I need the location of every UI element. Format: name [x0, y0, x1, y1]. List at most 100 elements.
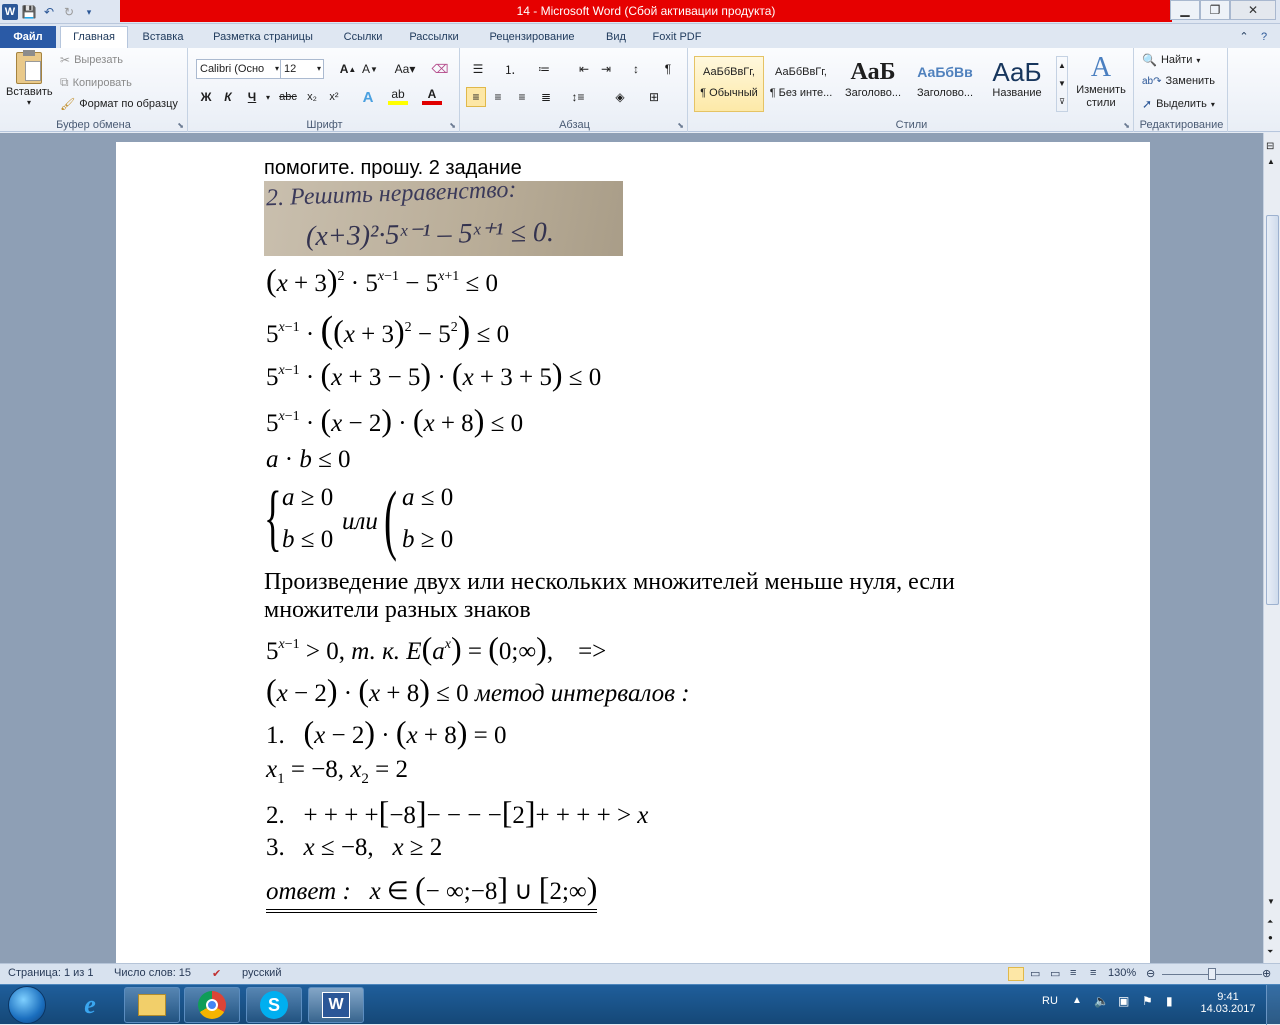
help-icon[interactable]: ? [1256, 27, 1272, 48]
paste-button[interactable]: Вставить ▾ [6, 50, 53, 107]
explorer-icon[interactable] [124, 987, 180, 1023]
keyboard-language[interactable]: RU [1042, 995, 1058, 1007]
web-layout-icon[interactable]: ▭ [1050, 967, 1060, 980]
style-heading-1[interactable]: АаБ Заголово... [838, 56, 908, 112]
tab-page-layout[interactable]: Разметка страницы [200, 27, 326, 48]
ruler-toggle-icon[interactable]: ⊟ [1266, 141, 1274, 152]
style-title[interactable]: АаБ Название [982, 56, 1052, 112]
strikethrough-icon[interactable]: abc [276, 87, 300, 107]
print-layout-icon[interactable] [1008, 967, 1024, 981]
prev-page-icon[interactable]: ⏶ [1267, 917, 1273, 927]
zoom-in-icon[interactable]: ⊕ [1262, 967, 1271, 980]
font-name-box[interactable]: Calibri (Осно ▾ [196, 59, 282, 79]
select-button[interactable]: ➚ Выделить ▾ [1142, 97, 1215, 111]
next-page-icon[interactable]: ⏷ [1267, 947, 1273, 957]
power-icon[interactable]: ▮ [1166, 994, 1173, 1008]
copy-button[interactable]: ⧉ Копировать [60, 75, 132, 90]
change-styles-button[interactable]: A Изменить стили [1072, 52, 1130, 110]
customize-qat-icon[interactable]: ▾ [80, 3, 98, 21]
align-right-icon[interactable]: ≡ [512, 87, 532, 107]
increase-indent-icon[interactable]: ⇥ [596, 59, 616, 79]
spelling-icon[interactable]: ✔ [212, 967, 221, 980]
styles-launcher-icon[interactable]: ⬊ [1123, 121, 1130, 130]
highlight-icon[interactable]: ab [388, 87, 408, 105]
page-count[interactable]: Страница: 1 из 1 [8, 967, 94, 979]
redo-icon[interactable]: ↻ [60, 3, 78, 21]
skype-icon[interactable]: S [246, 987, 302, 1023]
word-count[interactable]: Число слов: 15 [114, 967, 191, 979]
document-page[interactable]: помогите. прошу. 2 задание 2. Решить нер… [116, 142, 1150, 1002]
numbering-icon[interactable]: ⒈ [500, 59, 520, 79]
word-logo-icon[interactable]: W [2, 4, 18, 20]
action-center-icon[interactable]: ⚑ [1142, 994, 1153, 1008]
tab-review[interactable]: Рецензирование [478, 27, 586, 48]
outline-view-icon[interactable]: ≡ [1070, 967, 1076, 979]
tab-insert[interactable]: Вставка [134, 27, 192, 48]
bullets-icon[interactable]: ☰ [468, 59, 488, 79]
word-taskbar-icon[interactable]: W [308, 987, 364, 1023]
paragraph-launcher-icon[interactable]: ⬊ [677, 121, 684, 130]
align-center-icon[interactable]: ≡ [488, 87, 508, 107]
sort-icon[interactable]: ↕ [626, 59, 646, 79]
underline-dropdown-icon[interactable]: ▾ [258, 87, 278, 107]
minimize-ribbon-icon[interactable]: ⌃ [1236, 27, 1252, 48]
borders-icon[interactable]: ⊞ [644, 87, 664, 107]
network-icon[interactable]: ▣ [1118, 994, 1129, 1008]
chrome-icon[interactable] [184, 987, 240, 1023]
text-effects-icon[interactable]: A [358, 87, 378, 107]
style-normal[interactable]: АаБбВвГг, ¶ Обычный [694, 56, 764, 112]
zoom-slider-thumb[interactable] [1208, 968, 1216, 980]
zoom-level[interactable]: 130% [1108, 967, 1136, 979]
zoom-out-icon[interactable]: ⊖ [1146, 967, 1155, 980]
tray-expand-icon[interactable]: ▲ [1072, 995, 1082, 1006]
tab-home[interactable]: Главная [60, 26, 128, 48]
align-left-icon[interactable]: ≡ [466, 87, 486, 107]
font-size-box[interactable]: 12 ▾ [280, 59, 324, 79]
change-case-icon[interactable]: Aa▾ [392, 59, 418, 79]
browse-object-icon[interactable]: ● [1268, 933, 1273, 942]
font-launcher-icon[interactable]: ⬊ [449, 121, 456, 130]
shading-icon[interactable]: ◈ [610, 87, 630, 107]
justify-icon[interactable]: ≣ [536, 87, 556, 107]
style-no-spacing[interactable]: АаБбВвГг, ¶ Без инте... [766, 56, 836, 112]
scroll-up-icon[interactable]: ▲ [1267, 157, 1275, 166]
italic-icon[interactable]: К [218, 87, 238, 107]
full-screen-view-icon[interactable]: ▭ [1030, 967, 1040, 980]
show-formatting-marks-icon[interactable]: ¶ [658, 59, 678, 79]
draft-view-icon[interactable]: ≡ [1090, 967, 1096, 979]
cut-button[interactable]: ✂ Вырезать [60, 53, 123, 67]
undo-icon[interactable]: ↶ [40, 3, 58, 21]
minimize-button[interactable]: ▁ [1170, 0, 1200, 20]
clipboard-launcher-icon[interactable]: ⬊ [177, 121, 184, 130]
multilevel-list-icon[interactable]: ≔ [534, 59, 554, 79]
tab-view[interactable]: Вид [596, 27, 636, 48]
save-icon[interactable]: 💾 [20, 3, 38, 21]
style-heading-2[interactable]: АаБбВв Заголово... [910, 56, 980, 112]
start-button[interactable] [8, 986, 46, 1024]
find-button[interactable]: 🔍 Найти ▾ [1142, 53, 1200, 67]
tab-references[interactable]: Ссылки [334, 27, 392, 48]
grow-font-icon[interactable]: A ▲ [338, 59, 358, 79]
shrink-font-icon[interactable]: A ▼ [360, 59, 380, 79]
clock[interactable]: 9:41 14.03.2017 [1200, 991, 1256, 1015]
volume-icon[interactable]: 🔈 [1094, 994, 1109, 1008]
decrease-indent-icon[interactable]: ⇤ [574, 59, 594, 79]
superscript-icon[interactable]: x² [324, 87, 344, 107]
clear-formatting-icon[interactable]: ⌫ [430, 59, 450, 79]
tab-foxit-pdf[interactable]: Foxit PDF [646, 27, 708, 48]
format-painter-button[interactable]: 🖌 Формат по образцу [60, 97, 178, 111]
tab-mailings[interactable]: Рассылки [400, 27, 468, 48]
tab-file[interactable]: Файл [0, 26, 56, 48]
scrollbar-thumb[interactable] [1266, 215, 1279, 605]
ie-icon[interactable]: e [62, 987, 118, 1023]
styles-scroll-icon[interactable]: ▲ ▼ ⊽ [1056, 56, 1068, 112]
font-color-icon[interactable]: A [422, 87, 442, 105]
bold-icon[interactable]: Ж [196, 87, 216, 107]
scroll-down-icon[interactable]: ▼ [1267, 897, 1275, 906]
replace-button[interactable]: ab↷ Заменить [1142, 75, 1215, 87]
show-desktop-button[interactable] [1266, 985, 1280, 1025]
close-button[interactable]: ✕ [1230, 0, 1276, 20]
language[interactable]: русский [242, 967, 281, 979]
line-spacing-icon[interactable]: ↕≡ [568, 87, 588, 107]
restore-button[interactable]: ❐ [1200, 0, 1230, 20]
